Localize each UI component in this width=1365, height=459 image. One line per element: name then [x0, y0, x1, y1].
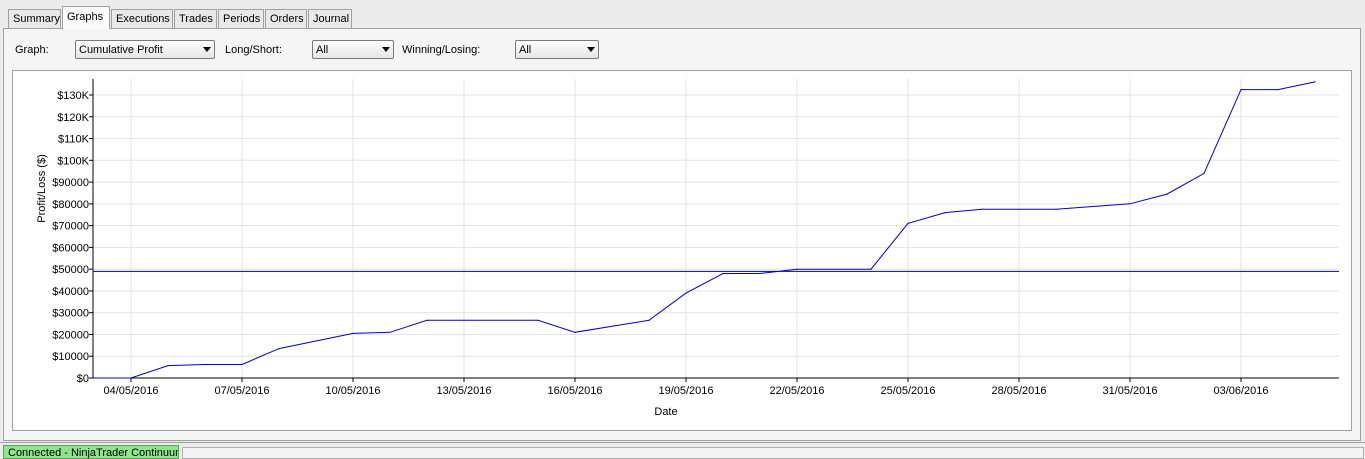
tab-journal[interactable]: Journal	[308, 9, 352, 28]
tab-trades[interactable]: Trades	[174, 9, 217, 28]
chevron-down-icon	[382, 47, 390, 52]
longshort-label: Long/Short:	[225, 44, 282, 56]
data-point	[685, 292, 687, 294]
tab-summary[interactable]: Summary	[8, 9, 61, 28]
data-point	[1129, 203, 1131, 205]
chevron-down-icon	[203, 47, 211, 52]
y-tick-label: $30000	[52, 308, 89, 320]
x-tick-label: 22/05/2016	[769, 385, 824, 397]
data-point	[389, 331, 391, 333]
y-tick-label: $110K	[58, 134, 90, 146]
graphs-panel: Graph: Cumulative Profit Long/Short: All…	[3, 28, 1361, 441]
x-tick-label: 25/05/2016	[880, 385, 935, 397]
winlose-label: Winning/Losing:	[402, 44, 481, 56]
tab-graphs[interactable]: Graphs	[62, 6, 110, 29]
y-tick-label: $130K	[57, 90, 89, 102]
y-tick-label: $10000	[52, 351, 89, 363]
connection-status-badge: Connected - NinjaTrader Continuum	[3, 445, 179, 459]
y-tick-label: $80000	[52, 199, 89, 211]
longshort-dropdown[interactable]: All	[312, 40, 394, 59]
data-point	[1314, 81, 1316, 83]
y-tick-label: $90000	[52, 177, 89, 189]
y-tick-label: $20000	[52, 329, 89, 341]
data-point	[1277, 89, 1279, 91]
winlose-value: All	[519, 44, 532, 56]
x-tick-label: 10/05/2016	[325, 385, 380, 397]
data-point	[93, 377, 95, 379]
chart-area: $0 $10000 $20000 $30000 $40000 $50000 $60000 $7…	[12, 70, 1352, 431]
tab-executions[interactable]: Executions	[111, 9, 173, 28]
x-tick-label: 07/05/2016	[214, 385, 269, 397]
data-point	[167, 365, 169, 367]
data-point	[944, 212, 946, 214]
graph-label: Graph:	[15, 44, 49, 56]
longshort-value: All	[316, 44, 329, 56]
x-tick-label: 19/05/2016	[658, 385, 713, 397]
x-tick-label: 28/05/2016	[991, 385, 1046, 397]
status-panel	[182, 447, 1364, 459]
data-point	[278, 348, 280, 350]
data-point	[1055, 208, 1057, 210]
tab-periods[interactable]: Periods	[218, 9, 264, 28]
data-point	[722, 272, 724, 275]
tab-bar: Summary Graphs Executions Trades Periods…	[0, 0, 1365, 29]
x-tick-label: 03/06/2016	[1213, 385, 1268, 397]
data-point	[1240, 89, 1242, 91]
data-point	[907, 222, 909, 224]
data-point	[759, 272, 761, 275]
data-point	[1166, 193, 1168, 195]
tab-orders[interactable]: Orders	[265, 9, 307, 28]
graph-type-value: Cumulative Profit	[79, 44, 163, 56]
data-point	[241, 363, 243, 366]
x-axis-label: Date	[654, 406, 677, 418]
data-point	[537, 319, 539, 321]
data-point	[352, 332, 354, 334]
chevron-down-icon	[587, 47, 595, 52]
y-tick-label: $0	[77, 373, 89, 385]
y-axis-label: Profit/Loss ($)	[36, 154, 48, 222]
data-point	[574, 331, 576, 333]
data-point	[981, 208, 983, 210]
winlose-dropdown[interactable]: All	[515, 40, 599, 59]
data-point	[463, 319, 465, 321]
data-point	[648, 319, 650, 321]
y-tick-label: $40000	[52, 286, 89, 298]
plot-background	[93, 79, 1339, 378]
x-tick-label: 31/05/2016	[1102, 385, 1157, 397]
graph-type-dropdown[interactable]: Cumulative Profit	[75, 40, 215, 59]
x-tick-label: 13/05/2016	[436, 385, 491, 397]
data-point	[426, 319, 428, 321]
data-point	[870, 268, 872, 270]
data-point	[204, 363, 206, 366]
y-tick-label: $70000	[52, 221, 89, 233]
y-tick-label: $50000	[52, 264, 89, 276]
data-point	[796, 268, 798, 270]
data-point	[130, 377, 132, 379]
cumulative-profit-chart: $0 $10000 $20000 $30000 $40000 $50000 $60000 $7…	[36, 79, 1339, 418]
y-tick-label: $60000	[52, 242, 89, 254]
y-tick-label: $120K	[57, 112, 89, 124]
data-point	[1203, 172, 1205, 174]
x-tick-label: 16/05/2016	[547, 385, 602, 397]
x-tick-label: 04/05/2016	[103, 385, 158, 397]
y-tick-label: $100K	[57, 155, 89, 167]
